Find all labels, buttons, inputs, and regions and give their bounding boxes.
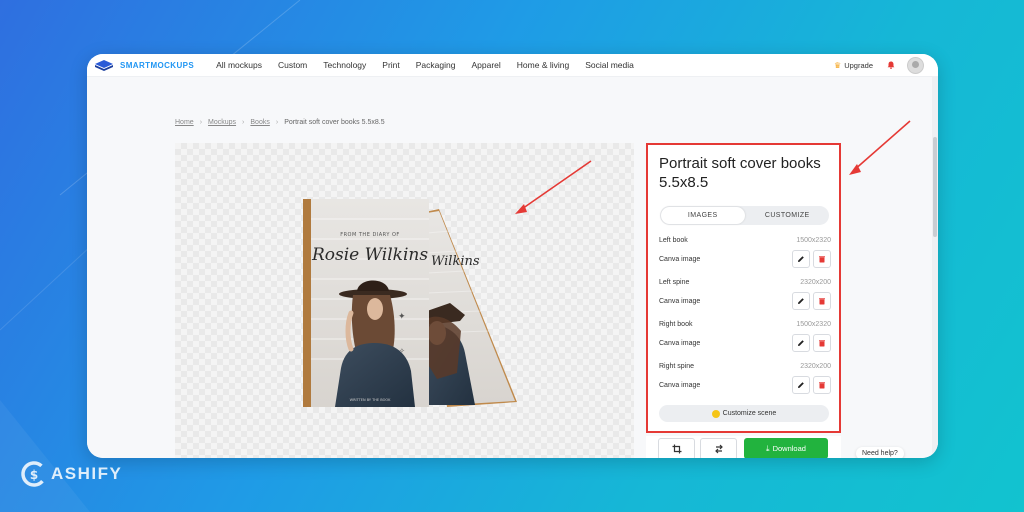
breadcrumb: Home › Mockups › Books › Portrait soft c… [175,119,385,126]
breadcrumb-mockups[interactable]: Mockups [208,119,236,126]
tab-images[interactable]: IMAGES [661,207,745,224]
pencil-icon [798,298,804,304]
nav-item-custom[interactable]: Custom [278,60,307,70]
pencil-icon [798,382,804,388]
delete-button[interactable] [813,376,831,394]
mockup-preview[interactable]: Wilkins FROM THE DIARY OF Rosie Wilkins [175,143,634,458]
nav-item-social-media[interactable]: Social media [585,60,634,70]
nav-item-apparel[interactable]: Apparel [471,60,500,70]
nav-item-technology[interactable]: Technology [323,60,366,70]
pencil-icon [798,256,804,262]
crop-button[interactable] [658,438,695,458]
main-content: Home › Mockups › Books › Portrait soft c… [87,77,938,458]
watermark-text: ASHIFY [51,464,123,483]
panel-tabs: IMAGES CUSTOMIZE [660,206,829,225]
nav-item-home-living[interactable]: Home & living [517,60,569,70]
edit-button[interactable] [792,250,810,268]
upgrade-label: Upgrade [844,60,873,70]
swap-button[interactable] [700,438,737,458]
layer-name: Right spine [659,363,695,370]
layer-source: Canva image [659,340,701,347]
upgrade-button[interactable]: ♛ Upgrade [834,61,873,70]
nav-item-packaging[interactable]: Packaging [416,60,456,70]
top-navigation: SMARTMOCKUPS All mockups Custom Technolo… [87,54,938,77]
nav-item-all-mockups[interactable]: All mockups [216,60,262,70]
left-book-spine [303,199,311,407]
svg-text:$: $ [30,468,38,482]
nav-item-print[interactable]: Print [382,60,399,70]
delete-button[interactable] [813,334,831,352]
download-button[interactable]: ⤓ Download [744,438,828,458]
trash-icon [819,298,825,305]
layer-row: Right book 1500x2320 Canva image [659,321,831,363]
breadcrumb-books[interactable]: Books [250,119,269,126]
logo[interactable]: SMARTMOCKUPS [95,59,195,71]
browser-window: SMARTMOCKUPS All mockups Custom Technolo… [87,54,938,458]
customize-scene-button[interactable]: Customize scene [659,405,829,422]
scrollbar-thumb[interactable] [933,137,937,237]
pencil-icon [798,340,804,346]
tab-customize[interactable]: CUSTOMIZE [746,206,830,225]
breadcrumb-separator: › [242,119,245,126]
layer-source: Canva image [659,382,701,389]
breadcrumb-separator: › [199,119,203,126]
delete-button[interactable] [813,292,831,310]
logo-text: SMARTMOCKUPS [120,60,195,70]
crop-icon [672,444,681,454]
svg-text:✦: ✦ [398,312,406,322]
layer-size: 1500x2320 [796,321,831,328]
need-help-button[interactable]: Need help? [856,447,904,458]
user-avatar[interactable] [907,56,924,74]
scrollbar[interactable] [932,77,938,458]
book-title: Rosie Wilkins [311,245,428,265]
logo-icon [95,59,113,71]
edit-button[interactable] [792,292,810,310]
layer-list: Left book 1500x2320 Canva image Left spi… [659,237,831,405]
layer-source: Canva image [659,298,701,305]
breadcrumb-current: Portrait soft cover books 5.5x8.5 [284,119,385,126]
edit-button[interactable] [792,376,810,394]
crown-icon: ♛ [834,60,842,70]
trash-icon [819,340,825,347]
cashify-logo-icon: $ [21,461,47,487]
book-footer: WRITTEN BY THE BOOK [350,398,391,402]
layer-row: Right spine 2320x200 Canva image [659,363,831,405]
download-label: Download [772,444,806,453]
layer-name: Left book [659,237,688,244]
layer-size: 2320x200 [800,363,831,370]
trash-icon [819,382,825,389]
book-mockup-image: Wilkins FROM THE DIARY OF Rosie Wilkins [303,199,517,407]
layer-source: Canva image [659,256,701,263]
layer-row: Left spine 2320x200 Canva image [659,279,831,321]
trash-icon [819,256,825,263]
layer-size: 2320x200 [800,279,831,286]
action-bar: ⤓ Download [646,436,841,458]
layer-row: Left book 1500x2320 Canva image [659,237,831,279]
nav-right: ♛ Upgrade [834,54,924,76]
breadcrumb-home[interactable]: Home [175,119,194,126]
delete-button[interactable] [813,250,831,268]
layer-name: Right book [659,321,693,328]
right-book-title: Wilkins [431,254,480,269]
main-menu: All mockups Custom Technology Print Pack… [216,60,650,70]
watermark-logo: $ ASHIFY [20,460,122,488]
notification-bell-icon[interactable] [887,61,895,69]
download-icon: ⤓ [766,443,770,453]
layer-name: Left spine [659,279,690,286]
mockup-settings-panel: Portrait soft cover books 5.5x8.5 IMAGES… [646,143,841,433]
layer-size: 1500x2320 [796,237,831,244]
smiley-icon [711,409,720,418]
panel-title: Portrait soft cover books 5.5x8.5 [659,155,821,191]
svg-text:✧: ✧ [399,347,405,355]
breadcrumb-separator: › [275,119,279,126]
customize-scene-label: Customize scene [722,410,777,417]
swap-icon [714,444,723,454]
edit-button[interactable] [792,334,810,352]
book-small-text: FROM THE DIARY OF [340,232,400,238]
